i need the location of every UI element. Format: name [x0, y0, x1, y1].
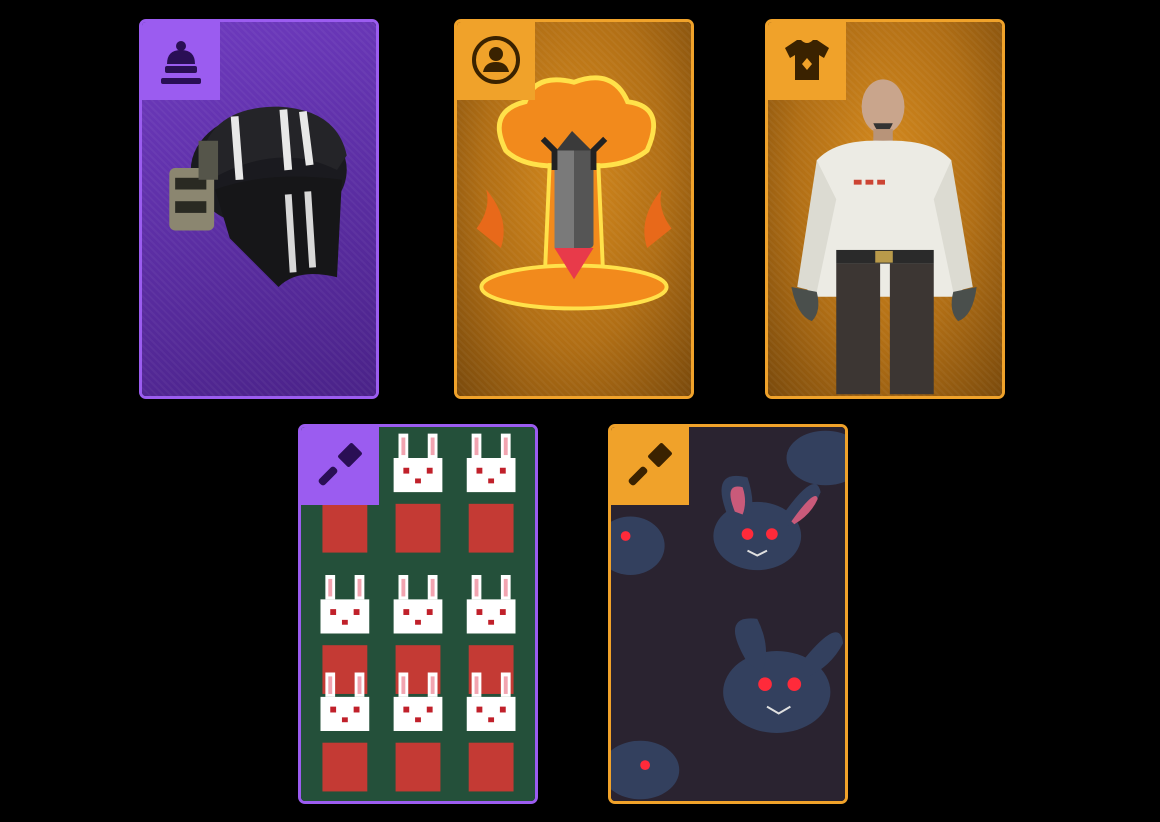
paintbrush-icon: [318, 443, 362, 486]
avatar-icon: [472, 36, 520, 84]
card-skin-dark-rabbits[interactable]: [608, 424, 848, 804]
category-badge: [768, 22, 846, 100]
card-headgear[interactable]: [139, 19, 379, 399]
card-outfit[interactable]: [765, 19, 1005, 399]
category-badge: [301, 427, 379, 505]
category-badge: [457, 22, 535, 100]
headgear-icon: [161, 41, 201, 84]
category-badge: [611, 427, 689, 505]
paintbrush-icon: [628, 443, 672, 486]
outfit-icon: [785, 40, 829, 80]
category-badge: [142, 22, 220, 100]
card-avatar[interactable]: [454, 19, 694, 399]
card-skin-pixel-rabbits[interactable]: [298, 424, 538, 804]
